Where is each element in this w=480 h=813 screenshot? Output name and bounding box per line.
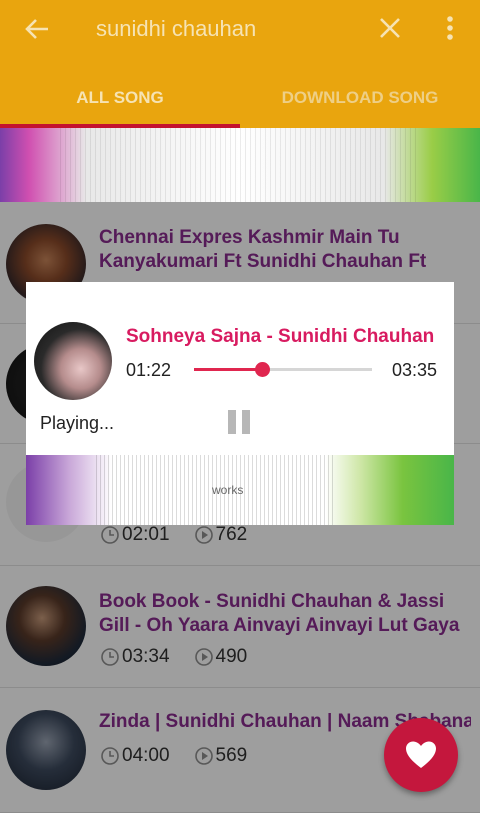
visualizer-text: works xyxy=(212,483,244,497)
playback-status: Playing... xyxy=(40,413,115,433)
tab-download-song[interactable]: DOWNLOAD SONG xyxy=(240,88,480,108)
now-playing-title: Sohneya Sajna - Sunidhi Chauhan xyxy=(126,326,435,347)
back-arrow-icon[interactable] xyxy=(22,14,52,44)
pause-button[interactable] xyxy=(228,410,250,434)
more-vert-icon[interactable] xyxy=(440,14,460,44)
seek-bar-thumb[interactable] xyxy=(254,362,270,377)
current-time: 01:22 xyxy=(126,360,172,380)
banner-image[interactable] xyxy=(0,128,480,202)
search-input[interactable]: sunidhi chauhan xyxy=(96,16,256,42)
app-bar: sunidhi chauhan ALL SONG DOWNLOAD SONG xyxy=(0,0,480,128)
visualizer-image: works xyxy=(26,455,454,525)
seek-bar-progress xyxy=(194,368,262,371)
player-dialog: Sohneya Sajna - Sunidhi Chauhan 01:22 03… xyxy=(26,282,454,525)
favorite-button[interactable] xyxy=(384,718,458,792)
album-art xyxy=(34,322,112,400)
seek-bar[interactable] xyxy=(194,362,372,377)
close-icon[interactable] xyxy=(376,14,404,42)
pause-icon xyxy=(228,410,236,434)
heart-icon xyxy=(406,741,436,768)
total-time: 03:35 xyxy=(392,360,438,380)
tab-all-song[interactable]: ALL SONG xyxy=(0,88,240,108)
